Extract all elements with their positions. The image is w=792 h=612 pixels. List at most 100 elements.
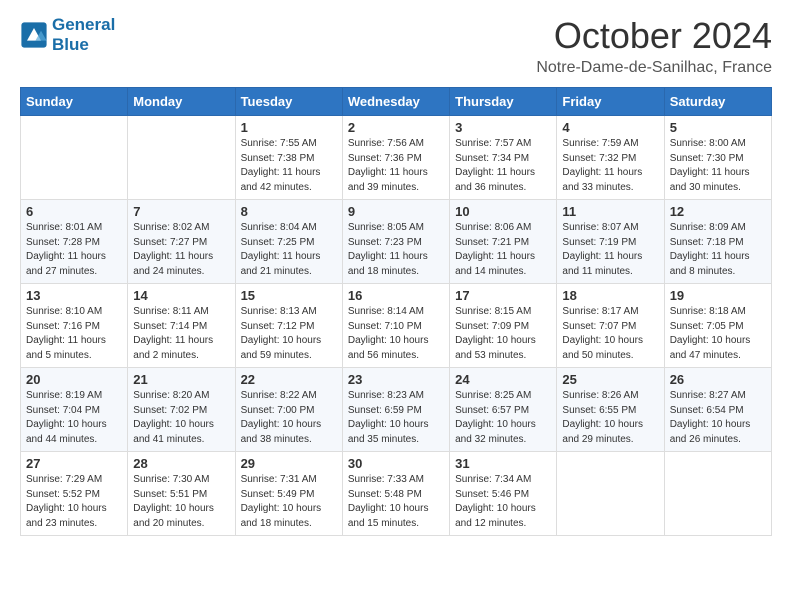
day-number: 8 <box>241 204 337 219</box>
day-number: 26 <box>670 372 766 387</box>
logo-icon <box>20 21 48 49</box>
day-info: Sunrise: 8:23 AM Sunset: 6:59 PM Dayligh… <box>348 389 444 447</box>
week-row-3: 20 Sunrise: 8:19 AM Sunset: 7:04 PM Dayli… <box>21 368 772 452</box>
weekday-header-monday: Monday <box>128 88 235 116</box>
title-block: October 2024 Notre-Dame-de-Sanilhac, Fra… <box>536 15 772 77</box>
calendar-cell <box>557 452 664 536</box>
day-info: Sunrise: 8:13 AM Sunset: 7:12 PM Dayligh… <box>241 305 337 363</box>
day-number: 6 <box>26 204 122 219</box>
calendar-cell: 3Sunrise: 7:57 AM Sunset: 7:34 PM Daylig… <box>450 116 557 200</box>
logo: General Blue <box>20 15 115 55</box>
calendar-cell: 15 Sunrise: 8:13 AM Sunset: 7:12 PM Dayli… <box>235 284 342 368</box>
week-row-1: 6 Sunrise: 8:01 AM Sunset: 7:28 PM Daylig… <box>21 200 772 284</box>
day-info: Sunrise: 7:34 AM Sunset: 5:46 PM Dayligh… <box>455 473 551 531</box>
calendar-cell: 20 Sunrise: 8:19 AM Sunset: 7:04 PM Dayli… <box>21 368 128 452</box>
day-info: Sunrise: 7:56 AM Sunset: 7:36 PM Dayligh… <box>348 137 444 195</box>
day-number: 2 <box>348 120 444 135</box>
day-info: Sunrise: 7:30 AM Sunset: 5:51 PM Dayligh… <box>133 473 229 531</box>
calendar-cell: 27Sunrise: 7:29 AM Sunset: 5:52 PM Dayli… <box>21 452 128 536</box>
calendar-cell: 22 Sunrise: 8:22 AM Sunset: 7:00 PM Dayli… <box>235 368 342 452</box>
day-info: Sunrise: 8:25 AM Sunset: 6:57 PM Dayligh… <box>455 389 551 447</box>
day-info: Sunrise: 8:26 AM Sunset: 6:55 PM Dayligh… <box>562 389 658 447</box>
day-number: 19 <box>670 288 766 303</box>
weekday-header-row: SundayMondayTuesdayWednesdayThursdayFrid… <box>21 88 772 116</box>
day-info: Sunrise: 7:55 AM Sunset: 7:38 PM Dayligh… <box>241 137 337 195</box>
day-number: 12 <box>670 204 766 219</box>
calendar-cell: 8 Sunrise: 8:04 AM Sunset: 7:25 PM Daylig… <box>235 200 342 284</box>
day-info: Sunrise: 8:17 AM Sunset: 7:07 PM Dayligh… <box>562 305 658 363</box>
weekday-header-friday: Friday <box>557 88 664 116</box>
day-info: Sunrise: 8:00 AM Sunset: 7:30 PM Dayligh… <box>670 137 766 195</box>
calendar-cell: 19 Sunrise: 8:18 AM Sunset: 7:05 PM Dayli… <box>664 284 771 368</box>
day-info: Sunrise: 8:11 AM Sunset: 7:14 PM Dayligh… <box>133 305 229 363</box>
calendar-cell: 7Sunrise: 8:02 AM Sunset: 7:27 PM Daylig… <box>128 200 235 284</box>
calendar-cell: 26 Sunrise: 8:27 AM Sunset: 6:54 PM Dayli… <box>664 368 771 452</box>
weekday-header-thursday: Thursday <box>450 88 557 116</box>
day-number: 15 <box>241 288 337 303</box>
day-number: 17 <box>455 288 551 303</box>
calendar-cell: 17 Sunrise: 8:15 AM Sunset: 7:09 PM Dayli… <box>450 284 557 368</box>
day-number: 28 <box>133 456 229 471</box>
calendar-table: SundayMondayTuesdayWednesdayThursdayFrid… <box>20 87 772 536</box>
day-info: Sunrise: 8:22 AM Sunset: 7:00 PM Dayligh… <box>241 389 337 447</box>
day-info: Sunrise: 8:04 AM Sunset: 7:25 PM Dayligh… <box>241 221 337 279</box>
day-info: Sunrise: 7:33 AM Sunset: 5:48 PM Dayligh… <box>348 473 444 531</box>
calendar-cell: 13 Sunrise: 8:10 AM Sunset: 7:16 PM Dayli… <box>21 284 128 368</box>
week-row-0: 1 Sunrise: 7:55 AM Sunset: 7:38 PM Daylig… <box>21 116 772 200</box>
day-info: Sunrise: 8:01 AM Sunset: 7:28 PM Dayligh… <box>26 221 122 279</box>
day-number: 14 <box>133 288 229 303</box>
weekday-header-tuesday: Tuesday <box>235 88 342 116</box>
day-number: 16 <box>348 288 444 303</box>
calendar-cell: 29 Sunrise: 7:31 AM Sunset: 5:49 PM Dayli… <box>235 452 342 536</box>
calendar-cell: 1 Sunrise: 7:55 AM Sunset: 7:38 PM Daylig… <box>235 116 342 200</box>
day-info: Sunrise: 8:19 AM Sunset: 7:04 PM Dayligh… <box>26 389 122 447</box>
calendar-cell: 21Sunrise: 8:20 AM Sunset: 7:02 PM Dayli… <box>128 368 235 452</box>
weekday-header-saturday: Saturday <box>664 88 771 116</box>
day-info: Sunrise: 8:18 AM Sunset: 7:05 PM Dayligh… <box>670 305 766 363</box>
calendar-page: General Blue October 2024 Notre-Dame-de-… <box>0 0 792 551</box>
day-number: 21 <box>133 372 229 387</box>
calendar-cell: 2 Sunrise: 7:56 AM Sunset: 7:36 PM Daylig… <box>342 116 449 200</box>
day-number: 29 <box>241 456 337 471</box>
weekday-header-wednesday: Wednesday <box>342 88 449 116</box>
day-info: Sunrise: 8:27 AM Sunset: 6:54 PM Dayligh… <box>670 389 766 447</box>
location: Notre-Dame-de-Sanilhac, France <box>536 59 772 77</box>
calendar-cell: 18Sunrise: 8:17 AM Sunset: 7:07 PM Dayli… <box>557 284 664 368</box>
day-number: 5 <box>670 120 766 135</box>
calendar-cell: 4Sunrise: 7:59 AM Sunset: 7:32 PM Daylig… <box>557 116 664 200</box>
calendar-cell: 14 Sunrise: 8:11 AM Sunset: 7:14 PM Dayli… <box>128 284 235 368</box>
day-info: Sunrise: 8:10 AM Sunset: 7:16 PM Dayligh… <box>26 305 122 363</box>
day-number: 4 <box>562 120 658 135</box>
day-number: 9 <box>348 204 444 219</box>
week-row-4: 27Sunrise: 7:29 AM Sunset: 5:52 PM Dayli… <box>21 452 772 536</box>
day-info: Sunrise: 8:14 AM Sunset: 7:10 PM Dayligh… <box>348 305 444 363</box>
day-number: 10 <box>455 204 551 219</box>
calendar-cell <box>664 452 771 536</box>
logo-text: General Blue <box>52 15 115 55</box>
day-info: Sunrise: 7:29 AM Sunset: 5:52 PM Dayligh… <box>26 473 122 531</box>
day-number: 24 <box>455 372 551 387</box>
day-info: Sunrise: 8:15 AM Sunset: 7:09 PM Dayligh… <box>455 305 551 363</box>
weekday-header-sunday: Sunday <box>21 88 128 116</box>
day-info: Sunrise: 8:06 AM Sunset: 7:21 PM Dayligh… <box>455 221 551 279</box>
day-number: 1 <box>241 120 337 135</box>
calendar-cell: 23Sunrise: 8:23 AM Sunset: 6:59 PM Dayli… <box>342 368 449 452</box>
calendar-cell: 6 Sunrise: 8:01 AM Sunset: 7:28 PM Daylig… <box>21 200 128 284</box>
week-row-2: 13 Sunrise: 8:10 AM Sunset: 7:16 PM Dayli… <box>21 284 772 368</box>
page-header: General Blue October 2024 Notre-Dame-de-… <box>20 15 772 77</box>
day-number: 20 <box>26 372 122 387</box>
calendar-cell: 24 Sunrise: 8:25 AM Sunset: 6:57 PM Dayli… <box>450 368 557 452</box>
calendar-cell: 11 Sunrise: 8:07 AM Sunset: 7:19 PM Dayli… <box>557 200 664 284</box>
day-number: 22 <box>241 372 337 387</box>
day-info: Sunrise: 7:31 AM Sunset: 5:49 PM Dayligh… <box>241 473 337 531</box>
calendar-cell: 16 Sunrise: 8:14 AM Sunset: 7:10 PM Dayli… <box>342 284 449 368</box>
day-number: 11 <box>562 204 658 219</box>
day-info: Sunrise: 8:02 AM Sunset: 7:27 PM Dayligh… <box>133 221 229 279</box>
calendar-cell: 25 Sunrise: 8:26 AM Sunset: 6:55 PM Dayli… <box>557 368 664 452</box>
day-info: Sunrise: 8:05 AM Sunset: 7:23 PM Dayligh… <box>348 221 444 279</box>
day-number: 13 <box>26 288 122 303</box>
day-number: 3 <box>455 120 551 135</box>
day-number: 25 <box>562 372 658 387</box>
calendar-cell <box>128 116 235 200</box>
day-info: Sunrise: 8:07 AM Sunset: 7:19 PM Dayligh… <box>562 221 658 279</box>
